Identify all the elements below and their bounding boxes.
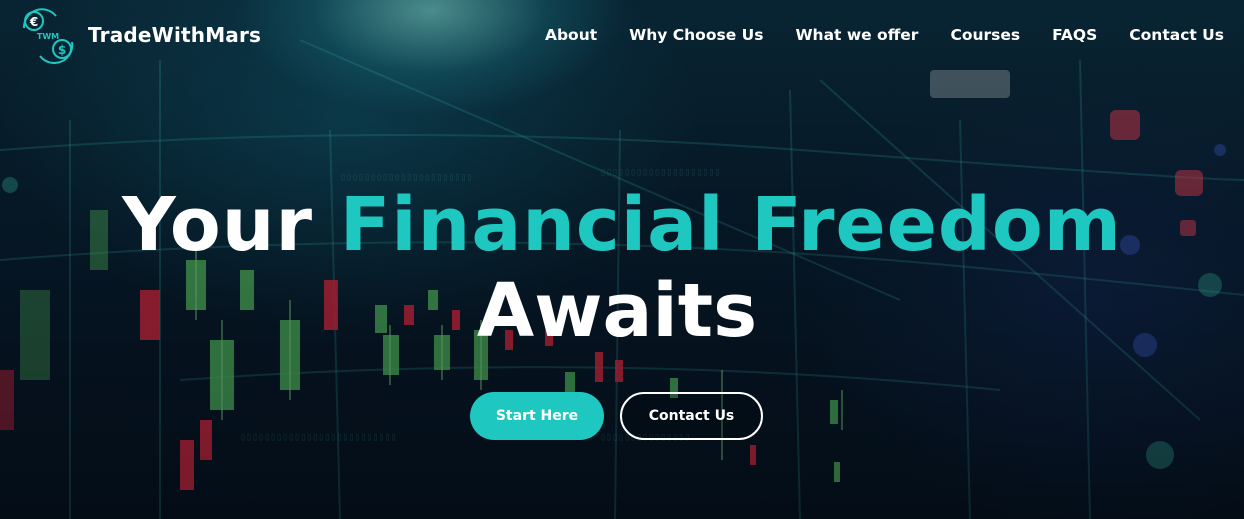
headline-line-2: Awaits [476, 268, 758, 354]
headline-white-text: Your [122, 182, 313, 268]
hero-cta-group: Start Here Contact Us [470, 392, 763, 440]
hero-section: ▯▯▯▯▯▯▯▯▯▯▯▯▯▯▯▯▯▯▯▯▯▯ ▯▯▯▯▯▯▯▯▯▯▯▯▯▯▯▯▯… [0, 0, 1244, 519]
nav-item-about[interactable]: About [545, 26, 597, 44]
brand-name: TradeWithMars [88, 23, 262, 47]
nav-item-why-choose-us[interactable]: Why Choose Us [629, 26, 763, 44]
logo-euro-symbol: € [29, 15, 38, 29]
logo-letters: TWM [37, 32, 59, 41]
contact-us-button[interactable]: Contact Us [620, 392, 763, 440]
start-here-button[interactable]: Start Here [470, 392, 604, 440]
nav-item-courses[interactable]: Courses [950, 26, 1020, 44]
headline-line-1: Your Financial Freedom [0, 188, 1244, 262]
nav-item-faqs[interactable]: FAQS [1052, 26, 1097, 44]
headline-accent-text: Financial Freedom [339, 182, 1122, 268]
site-header: € TWM $ TradeWithMars About Why Choose U… [0, 0, 1244, 76]
nav-item-what-we-offer[interactable]: What we offer [795, 26, 918, 44]
hero-headline: Your Financial Freedom Awaits [0, 188, 1244, 348]
nav-item-contact-us[interactable]: Contact Us [1129, 26, 1224, 44]
brand-logo-link[interactable]: € TWM $ TradeWithMars [20, 6, 261, 64]
logo-dollar-symbol: $ [58, 43, 66, 57]
currency-exchange-icon: € TWM $ [22, 8, 74, 64]
main-nav: About Why Choose Us What we offer Course… [513, 26, 1224, 44]
